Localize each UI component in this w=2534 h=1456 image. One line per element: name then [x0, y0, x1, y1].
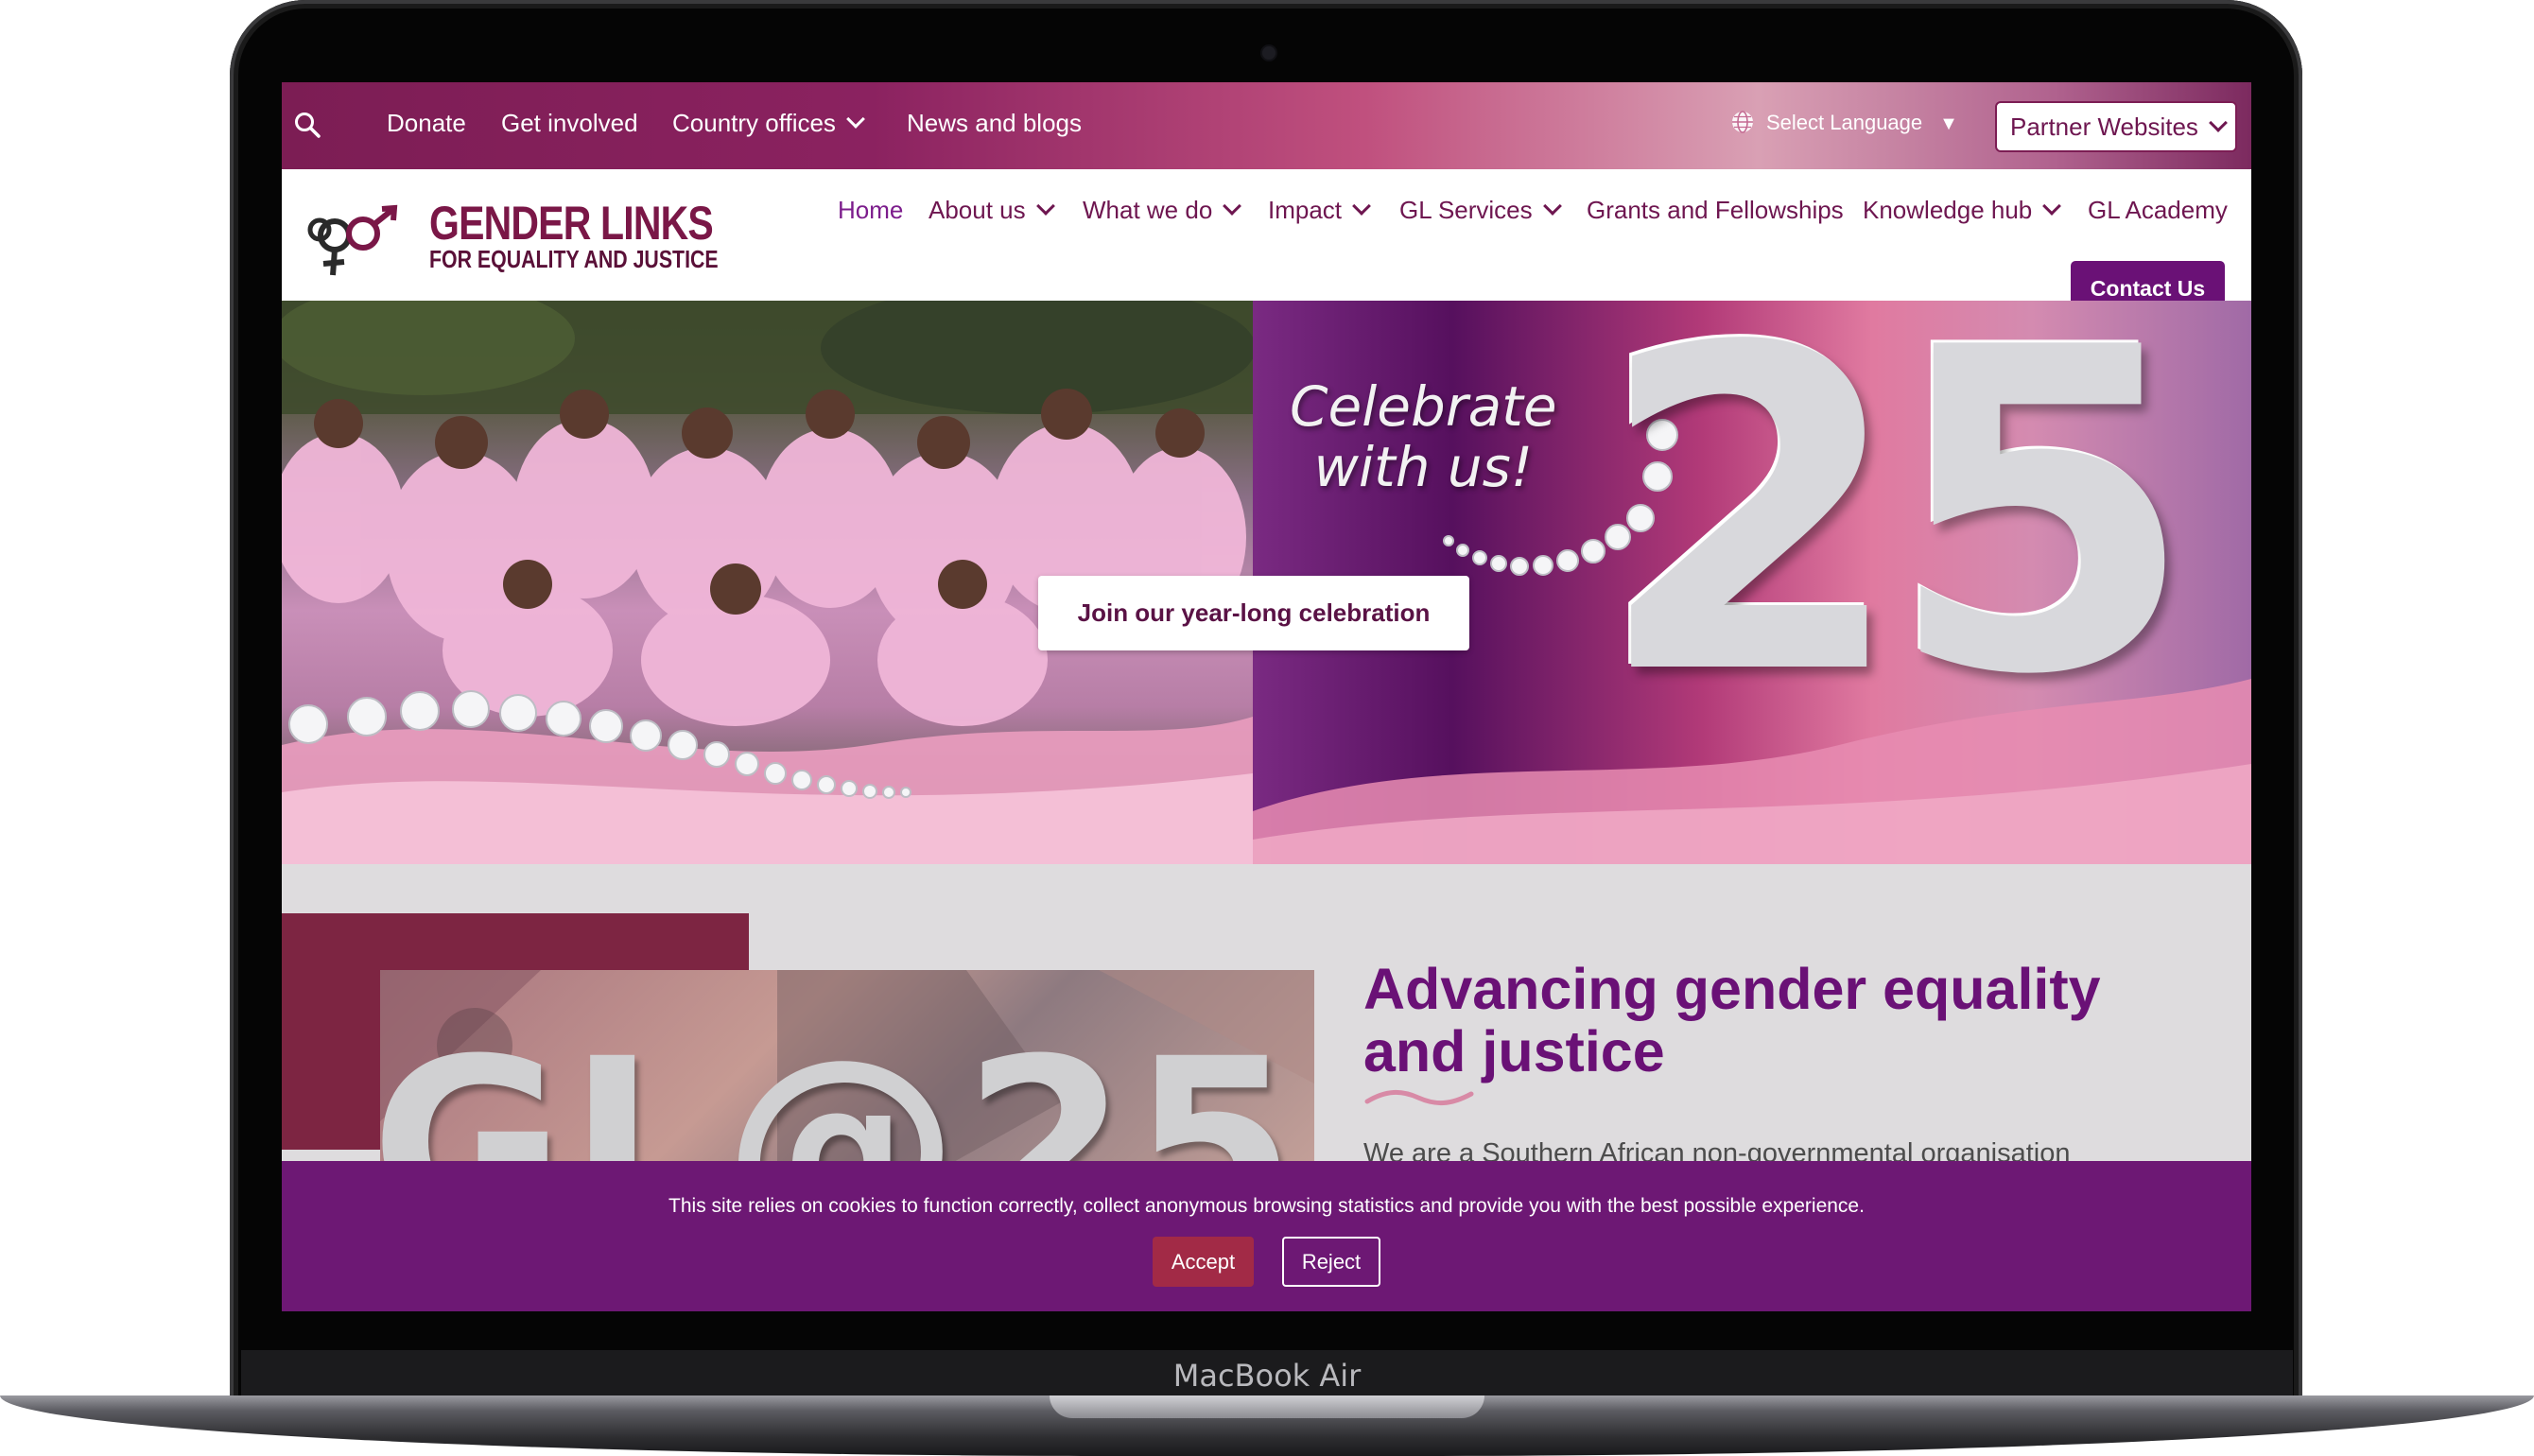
utility-bar: Donate Get involved Country offices News…: [282, 82, 2251, 169]
partner-websites-dropdown[interactable]: Partner Websites: [1995, 101, 2237, 152]
accept-cookies-button[interactable]: Accept: [1153, 1237, 1254, 1287]
globe-icon: [1732, 111, 1753, 133]
chevron-down-icon: [846, 110, 865, 129]
reject-cookies-button[interactable]: Reject: [1282, 1237, 1380, 1287]
nav-knowledge-hub[interactable]: Knowledge hub: [1863, 196, 2062, 225]
hero-banner: Celebrate with us! 25 Join our year-long…: [282, 301, 2251, 864]
logo-tagline: FOR EQUALITY AND JUSTICE: [429, 245, 719, 273]
main-header: GENDER LINKS FOR EQUALITY AND JUSTICE Ho…: [282, 169, 2251, 346]
country-offices-menu[interactable]: Country offices: [672, 109, 865, 138]
language-selector[interactable]: Select Language ▼: [1730, 111, 1958, 136]
dropdown-triangle-icon: ▼: [1939, 113, 1958, 134]
nav-gl-services-label: GL Services: [1399, 196, 1533, 224]
chevron-down-icon: [1542, 197, 1562, 216]
partner-websites-label: Partner Websites: [2010, 113, 2198, 141]
search-icon[interactable]: [293, 111, 321, 139]
laptop-notch: [1050, 1395, 1484, 1418]
nav-what-we-do-label: What we do: [1083, 196, 1213, 224]
cookie-message: This site relies on cookies to function …: [668, 1195, 1865, 1217]
nav-grants-and-fellowships[interactable]: Grants and Fellowships: [1587, 196, 1844, 225]
chevron-down-icon: [2209, 113, 2228, 132]
nav-home[interactable]: Home: [838, 196, 903, 225]
celebrate-heading: Celebrate with us!: [1290, 376, 1557, 497]
chevron-down-icon: [2042, 197, 2062, 216]
language-label: Select Language: [1766, 111, 1923, 134]
logo-title: GENDER LINKS: [429, 197, 714, 250]
nav-knowledge-hub-label: Knowledge hub: [1863, 196, 2033, 224]
nav-about-us[interactable]: About us: [929, 196, 1055, 225]
chevron-down-icon: [1223, 197, 1242, 216]
laptop-model-label: MacBook Air: [1172, 1358, 1362, 1394]
anniversary-number: 25: [1596, 301, 2196, 771]
donate-link[interactable]: Donate: [387, 109, 466, 138]
get-involved-link[interactable]: Get involved: [501, 109, 638, 138]
celebrate-line-1: Celebrate: [1290, 374, 1557, 439]
nav-what-we-do[interactable]: What we do: [1083, 196, 1242, 225]
camera-icon: [1262, 46, 1276, 60]
nav-impact[interactable]: Impact: [1268, 196, 1371, 225]
section-headline: Advancing gender equality and justice: [1363, 957, 2101, 1083]
celebrate-line-2: with us!: [1313, 435, 1534, 499]
cookie-banner: This site relies on cookies to function …: [282, 1161, 2251, 1311]
chevron-down-icon: [1035, 197, 1055, 216]
gender-links-logo[interactable]: GENDER LINKS FOR EQUALITY AND JUSTICE: [306, 196, 719, 281]
nav-gl-services[interactable]: GL Services: [1399, 196, 1562, 225]
decorative-squiggle: [1364, 1090, 1474, 1105]
nav-impact-label: Impact: [1268, 196, 1343, 224]
country-offices-label: Country offices: [672, 109, 836, 137]
chevron-down-icon: [1352, 197, 1371, 216]
join-celebration-button[interactable]: Join our year-long celebration: [1038, 576, 1469, 650]
browser-viewport: Donate Get involved Country offices News…: [282, 82, 2251, 1311]
news-and-blogs-link[interactable]: News and blogs: [907, 109, 1082, 138]
nav-gl-academy[interactable]: GL Academy: [2088, 196, 2228, 225]
gender-symbols-icon: [307, 204, 398, 276]
nav-about-us-label: About us: [929, 196, 1026, 224]
